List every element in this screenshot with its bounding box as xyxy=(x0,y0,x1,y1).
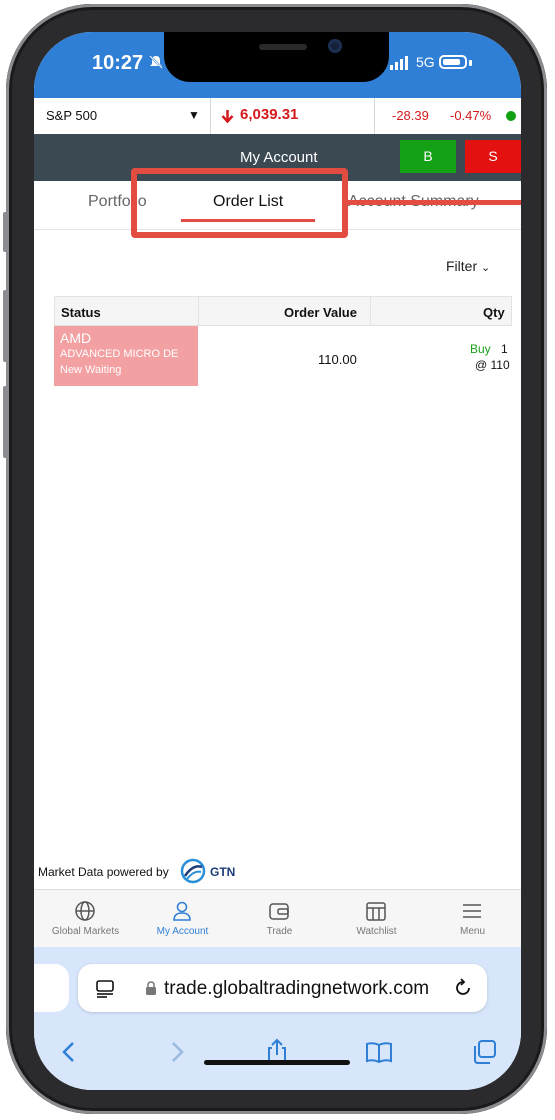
battery-tip xyxy=(469,60,472,66)
reload-icon[interactable] xyxy=(452,977,474,999)
order-price: @ 110 xyxy=(475,358,510,372)
highlight-box xyxy=(131,168,348,238)
column-divider xyxy=(198,297,199,326)
phone-screen: 10:27 5G S&P 500 ▼ 6,039.31 -28.39 -0.47… xyxy=(34,32,521,1090)
nav-label: Menu xyxy=(459,926,485,937)
silent-bell-icon xyxy=(149,55,163,69)
previous-tab-peek[interactable] xyxy=(34,964,69,1012)
market-status-dot xyxy=(506,111,516,121)
battery-icon xyxy=(439,55,467,69)
divider xyxy=(374,98,375,134)
nav-my-account[interactable]: My Account xyxy=(134,890,231,948)
nav-trade[interactable]: Trade xyxy=(231,890,328,948)
filter-dropdown[interactable]: Filter ⌄ xyxy=(446,258,490,274)
sell-button[interactable]: S xyxy=(465,140,521,173)
order-symbol: AMD xyxy=(60,330,92,346)
down-arrow-icon xyxy=(221,110,234,123)
chevron-down-icon: ⌄ xyxy=(481,262,491,274)
column-header-order-value: Order Value xyxy=(284,305,357,320)
highlight-pointer xyxy=(348,200,521,205)
order-side: Buy xyxy=(470,342,491,356)
forward-icon[interactable] xyxy=(162,1037,192,1067)
watchlist-icon xyxy=(366,902,386,921)
cell-signal-icon xyxy=(390,56,408,70)
mute-switch xyxy=(3,212,8,252)
speaker xyxy=(259,44,307,50)
nav-label: Watchlist xyxy=(356,926,397,937)
network-type: 5G xyxy=(416,54,435,70)
bottom-navigation: Global Markets My Account Trade Watchlis… xyxy=(34,889,521,948)
column-divider xyxy=(370,297,371,326)
page-title: My Account xyxy=(240,149,318,166)
index-price: 6,039.31 xyxy=(240,106,299,123)
nav-global-markets[interactable]: Global Markets xyxy=(37,890,134,948)
gtn-brand: GTN xyxy=(210,865,236,879)
front-camera xyxy=(328,39,342,53)
volume-down-button xyxy=(3,386,8,458)
caret-down-icon[interactable]: ▼ xyxy=(188,108,200,122)
address-bar[interactable]: trade.globaltradingnetwork.com xyxy=(78,964,487,1012)
order-value: 110.00 xyxy=(318,352,357,367)
volume-up-button xyxy=(3,290,8,362)
divider xyxy=(210,98,211,134)
battery-level xyxy=(443,59,460,65)
bookmarks-icon[interactable] xyxy=(364,1037,394,1067)
index-selector[interactable]: S&P 500 xyxy=(46,108,97,123)
buy-button[interactable]: B xyxy=(400,140,456,173)
url-text[interactable]: trade.globaltradingnetwork.com xyxy=(164,978,429,1000)
home-indicator[interactable] xyxy=(204,1060,350,1065)
globe-icon xyxy=(75,901,95,921)
lock-icon xyxy=(146,981,156,995)
order-status: New Waiting xyxy=(60,364,122,376)
wallet-icon xyxy=(269,903,289,920)
column-header-qty: Qty xyxy=(483,305,505,320)
index-change: -28.39 xyxy=(392,108,429,123)
user-icon xyxy=(173,901,191,921)
page-menu-icon[interactable] xyxy=(94,978,116,1000)
gtn-logo-icon xyxy=(180,858,206,884)
tabs-icon[interactable] xyxy=(470,1037,500,1067)
column-header-status: Status xyxy=(61,305,101,320)
back-icon[interactable] xyxy=(54,1037,84,1067)
notch xyxy=(164,32,389,82)
index-change-percent: -0.47% xyxy=(450,108,492,123)
order-company: ADVANCED MICRO DE xyxy=(60,348,179,360)
browser-toolbar: trade.globaltradingnetwork.com xyxy=(34,947,521,1090)
order-status-cell[interactable]: AMD ADVANCED MICRO DE New Waiting xyxy=(54,326,198,386)
table-header: Status Order Value Qty xyxy=(54,296,512,326)
powered-by-text: Market Data powered by xyxy=(38,865,169,879)
order-qty: 1 xyxy=(501,342,508,356)
menu-icon xyxy=(463,904,481,918)
nav-label: My Account xyxy=(156,926,209,937)
clock: 10:27 xyxy=(92,52,144,74)
nav-label: Trade xyxy=(266,926,293,937)
status-bar: 10:27 5G xyxy=(34,32,521,98)
filter-label: Filter xyxy=(446,258,478,274)
nav-label: Global Markets xyxy=(51,926,120,937)
nav-menu[interactable]: Menu xyxy=(424,890,521,948)
nav-watchlist[interactable]: Watchlist xyxy=(328,890,425,948)
index-ticker: S&P 500 ▼ 6,039.31 -28.39 -0.47% xyxy=(34,98,521,135)
